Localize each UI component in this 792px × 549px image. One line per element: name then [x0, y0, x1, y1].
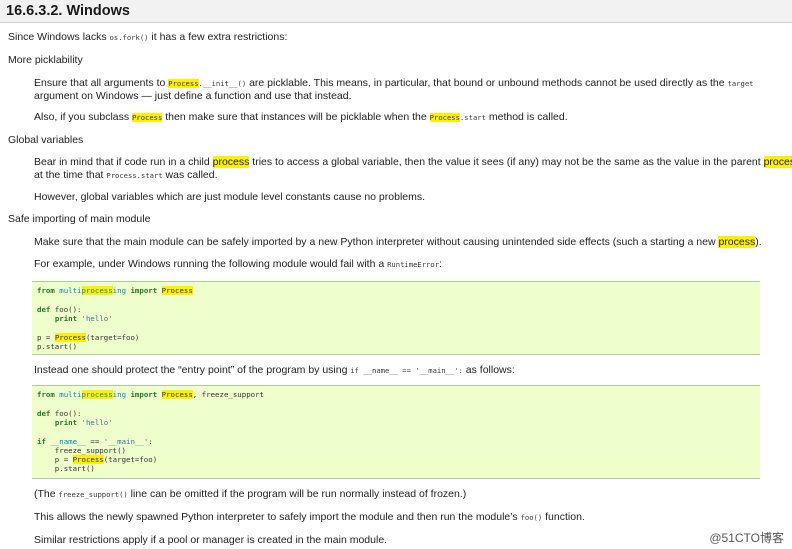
code-line: def foo():	[37, 305, 82, 314]
code-line: from multiprocessing import Process	[37, 286, 193, 295]
code-line: print 'hello'	[54, 314, 113, 323]
global-paragraph-line2: at the time that Process.start was calle…	[34, 169, 218, 181]
intro-paragraph: Since Windows lacks os.fork() it has a f…	[8, 31, 288, 43]
code-line: p = Process(target=foo)	[37, 333, 140, 342]
entry-point-paragraph: Instead one should protect the “entry po…	[34, 364, 515, 376]
example-paragraph: For example, under Windows running the f…	[34, 258, 442, 270]
picklability-paragraph-line2: argument on Windows — just define a func…	[34, 90, 352, 102]
term-safe-importing: Safe importing of main module	[8, 213, 151, 225]
subclass-paragraph: Also, if you subclass Process then make …	[34, 111, 568, 123]
pool-paragraph: Similar restrictions apply if a pool or …	[34, 534, 388, 546]
code-line: from multiprocessing import Process, fre…	[37, 390, 264, 399]
freeze-support-note: (The freeze_support() line can be omitte…	[34, 488, 467, 500]
code-line: p.start()	[37, 342, 78, 351]
code-line: if __name__ == '__main__':	[37, 437, 153, 446]
code-line: print 'hello'	[54, 418, 113, 427]
spawn-paragraph: This allows the newly spawned Python int…	[34, 511, 585, 523]
code-line: def foo():	[37, 409, 82, 418]
code-block-1: from multiprocessing import Process def …	[32, 281, 760, 355]
heading-bar: 16.6.3.2. Windows	[0, 0, 792, 23]
constants-paragraph: However, global variables which are just…	[34, 191, 426, 203]
code-line: p = Process(target=foo)	[37, 455, 158, 464]
global-paragraph-line1: Bear in mind that if code run in a child…	[34, 156, 792, 169]
term-more-picklability: More picklability	[8, 54, 83, 66]
term-global-variables: Global variables	[8, 134, 84, 146]
section-heading: 16.6.3.2. Windows	[6, 3, 130, 19]
safe-import-paragraph: Make sure that the main module can be sa…	[34, 236, 762, 248]
picklability-paragraph-line1: Ensure that all arguments to Process.__i…	[34, 77, 754, 89]
code-line: p.start()	[37, 464, 95, 473]
watermark: @51CTO博客	[709, 531, 784, 545]
code-line: freeze_support()	[37, 446, 126, 455]
code-block-2: from multiprocessing import Process, fre…	[32, 385, 760, 479]
